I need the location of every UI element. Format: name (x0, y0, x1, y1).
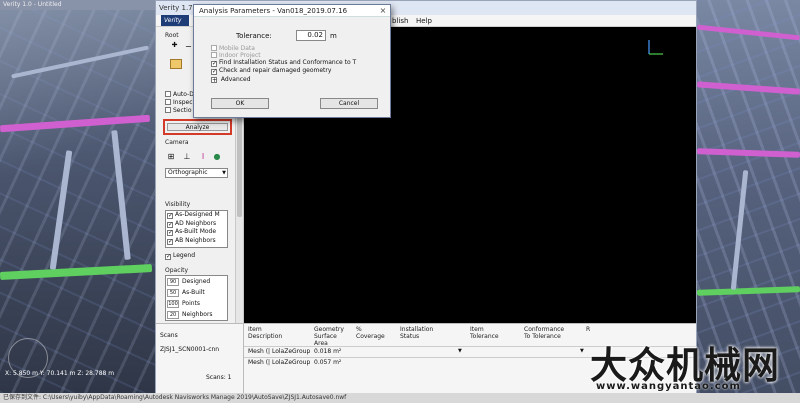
column-header[interactable]: Conformance To Tolerance (524, 326, 564, 340)
axis-gizmo-icon (648, 40, 663, 55)
close-icon[interactable]: × (377, 6, 389, 16)
analysis-parameters-dialog: Analysis Parameters - Van018_2019.07.16 … (193, 4, 391, 118)
chevron-down-icon: ▼ (222, 170, 226, 176)
background-viewport-left: Verity 1.0 - Untitled X: 5.850 m Y: 70.1… (0, 0, 160, 393)
camera-label: Camera (165, 139, 189, 146)
opacity-item: 100 Points (167, 300, 201, 308)
opacity-list: 90 Designed 50 As-Built 100 Points 20 Neighb… (165, 275, 228, 321)
grid-view-icon[interactable]: ⊞ (166, 152, 176, 162)
scan-item[interactable]: ZJSJ1_SCN0001-cnn (160, 346, 219, 353)
expand-icon[interactable]: + (211, 77, 217, 84)
checkbox-label: Sectio (173, 107, 192, 114)
section-tool-icon[interactable]: ⊥ (182, 152, 192, 162)
visibility-item[interactable]: ✓ AD Neighbors (166, 220, 227, 229)
legend-checkbox[interactable]: ✓ Legend (165, 252, 195, 260)
opacity-item: 20 Neighbors (166, 309, 227, 320)
cancel-button[interactable]: Cancel (320, 98, 378, 109)
visibility-item[interactable]: ✓ As-Designed M (166, 211, 227, 220)
magenta-beam (0, 114, 151, 133)
steel-column (49, 150, 73, 270)
coordinate-readout: X: 5.850 m Y: 70.141 m Z: 28.788 m (5, 370, 115, 377)
checkbox-inspect[interactable]: Inspec (165, 99, 193, 107)
visibility-label: Visibility (165, 201, 191, 208)
camera-mode-select[interactable]: Orthographic ▼ (165, 168, 228, 178)
magenta-beam (697, 24, 800, 41)
analyze-button[interactable]: Analyze (167, 123, 228, 131)
tree-expand-icon[interactable]: ✚ (170, 41, 179, 49)
opacity-value[interactable]: 50 (167, 289, 179, 297)
column-header[interactable]: Geometry Surface Area (314, 326, 344, 347)
verity-logo: Verity (161, 15, 189, 26)
analyze-highlight: Analyze (163, 119, 232, 135)
dialog-title: Analysis Parameters - Van018_2019.07.16 (194, 5, 390, 17)
conformance-dropdown-icon[interactable]: ▼ (580, 347, 584, 356)
checkbox-label: Inspec (173, 99, 193, 106)
watermark-url: www.wangyantao.com (596, 381, 741, 392)
green-beam (0, 264, 153, 280)
root-label: Root (165, 32, 179, 39)
advanced-toggle[interactable]: + Advanced (211, 76, 251, 84)
item-description: Mesh (| LolaZeGroup (248, 348, 311, 355)
tree-collapse-icon[interactable]: ⚊ (184, 41, 193, 49)
installation-status-checkbox[interactable]: ✓ Find Installation Status and Conformanc… (211, 59, 356, 67)
column-header[interactable]: Item Tolerance (470, 326, 499, 340)
lock-icon[interactable] (170, 59, 182, 69)
column-header[interactable]: Installation Status (400, 326, 433, 340)
visibility-list: ✓ As-Designed M ✓ AD Neighbors ✓ As-Built M… (165, 210, 228, 248)
opacity-item: 90 Designed (166, 276, 227, 287)
steel-column (730, 170, 749, 290)
surface-area: 0.057 m² (314, 359, 342, 366)
magenta-beam (696, 148, 800, 158)
tolerance-input[interactable]: 0.02 (296, 30, 326, 41)
checkbox-section[interactable]: Sectio (165, 107, 192, 115)
steel-column (111, 130, 131, 260)
checkbox-label: Auto-D (173, 91, 194, 98)
background-window-title: Verity 1.0 - Untitled (3, 1, 62, 8)
opacity-item: 50 As-Built (166, 287, 227, 298)
indoor-project-checkbox: Indoor Project (211, 52, 261, 59)
scans-panel: Scans ZJSJ1_SCN0001-cnn Scans: 1 (156, 323, 244, 393)
status-bar: 已保存到文件: C:\Users\yuiby\AppData\Roaming\A… (0, 393, 800, 403)
opacity-value[interactable]: 90 (167, 278, 179, 286)
column-header[interactable]: R (586, 326, 590, 333)
camera-mode-value: Orthographic (168, 169, 208, 176)
steel-girder (11, 45, 149, 79)
tolerance-label: Tolerance: (236, 32, 272, 40)
item-description: Mesh (| LolaZeGroup (248, 359, 311, 366)
menu-publish[interactable]: blish (392, 15, 408, 27)
opacity-label: Opacity (165, 267, 189, 274)
scans-header: Scans (160, 332, 178, 339)
checkbox-auto[interactable]: Auto-D (165, 91, 194, 99)
green-beam (696, 286, 800, 296)
repair-geometry-checkbox[interactable]: ✓ Check and repair damaged geometry (211, 67, 331, 75)
tolerance-unit: m (330, 32, 337, 40)
opacity-value[interactable]: 100 (167, 300, 179, 308)
mobile-data-checkbox: Mobile Data (211, 45, 255, 52)
cut-tool-icon[interactable]: Ⅰ (198, 152, 208, 162)
magenta-beam (696, 81, 800, 95)
scans-count: Scans: 1 (206, 374, 232, 381)
visibility-item[interactable]: ✓ AB Neighbors (166, 237, 227, 246)
opacity-value[interactable]: 20 (167, 311, 179, 319)
globe-icon[interactable]: ● (212, 152, 222, 162)
menu-help[interactable]: Help (416, 15, 432, 27)
surface-area: 0.018 m² (314, 348, 342, 355)
ok-button[interactable]: OK (211, 98, 269, 109)
column-header[interactable]: % Coverage (356, 326, 385, 340)
visibility-item[interactable]: ✓ As-Built Mode (166, 228, 227, 237)
status-dropdown-icon[interactable]: ▼ (458, 347, 462, 356)
column-header[interactable]: Item Description (248, 326, 282, 340)
